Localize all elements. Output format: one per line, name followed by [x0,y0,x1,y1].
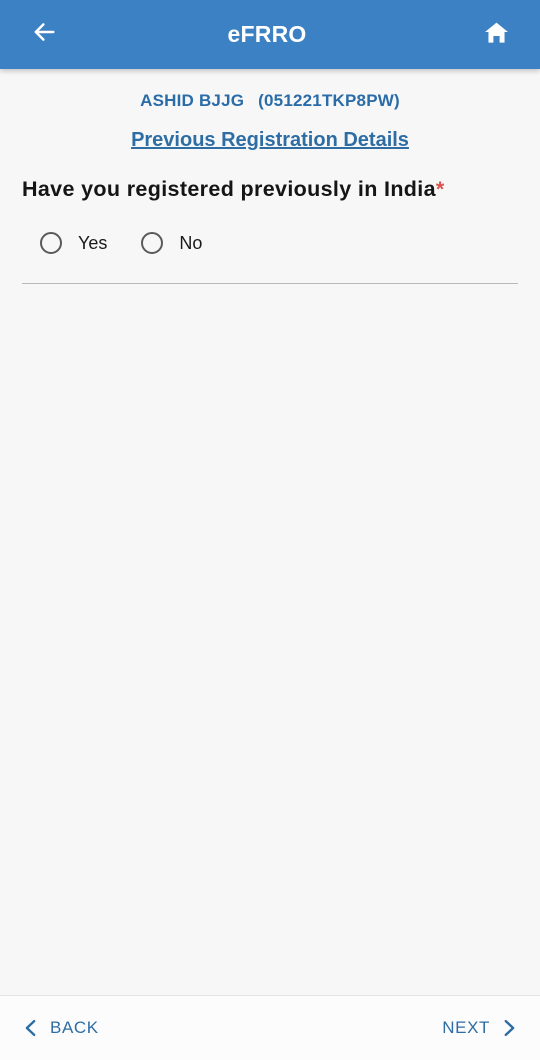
back-button[interactable] [20,11,68,59]
chevron-left-icon [18,1015,44,1041]
applicant-id: (051221TKP8PW) [258,91,400,110]
question-label: Have you registered previously in India* [22,174,492,204]
applicant-name: ASHID BJJG [140,91,245,110]
radio-group-registered-previously: Yes No [22,232,518,254]
content-area: ASHID BJJG (051221TKP8PW) Previous Regist… [0,69,540,995]
radio-circle-no[interactable] [141,232,164,254]
applicant-info: ASHID BJJG (051221TKP8PW) [22,91,518,111]
radio-label-no: No [179,232,203,253]
home-icon [483,19,510,51]
back-nav-label: BACK [50,1018,99,1037]
back-nav-button[interactable]: BACK [18,1015,105,1041]
radio-circle-yes[interactable] [40,232,62,254]
previous-registration-details-link[interactable]: Previous Registration Details [22,129,518,152]
section-divider [22,283,518,284]
required-asterisk: * [435,177,445,201]
question-text: Have you registered previously in India [22,177,436,201]
page-title: eFRRO [227,21,307,47]
radio-label-yes: Yes [78,232,108,253]
radio-option-no[interactable]: No [141,232,202,254]
app-bar: eFRRO [0,0,540,69]
next-nav-button[interactable]: NEXT [436,1015,522,1041]
arrow-left-icon [30,18,58,51]
home-button[interactable] [472,11,520,59]
chevron-right-icon [496,1015,522,1041]
radio-option-yes[interactable]: Yes [40,232,107,254]
next-nav-label: NEXT [442,1018,490,1037]
bottom-navigation-bar: BACK NEXT [0,995,540,1060]
